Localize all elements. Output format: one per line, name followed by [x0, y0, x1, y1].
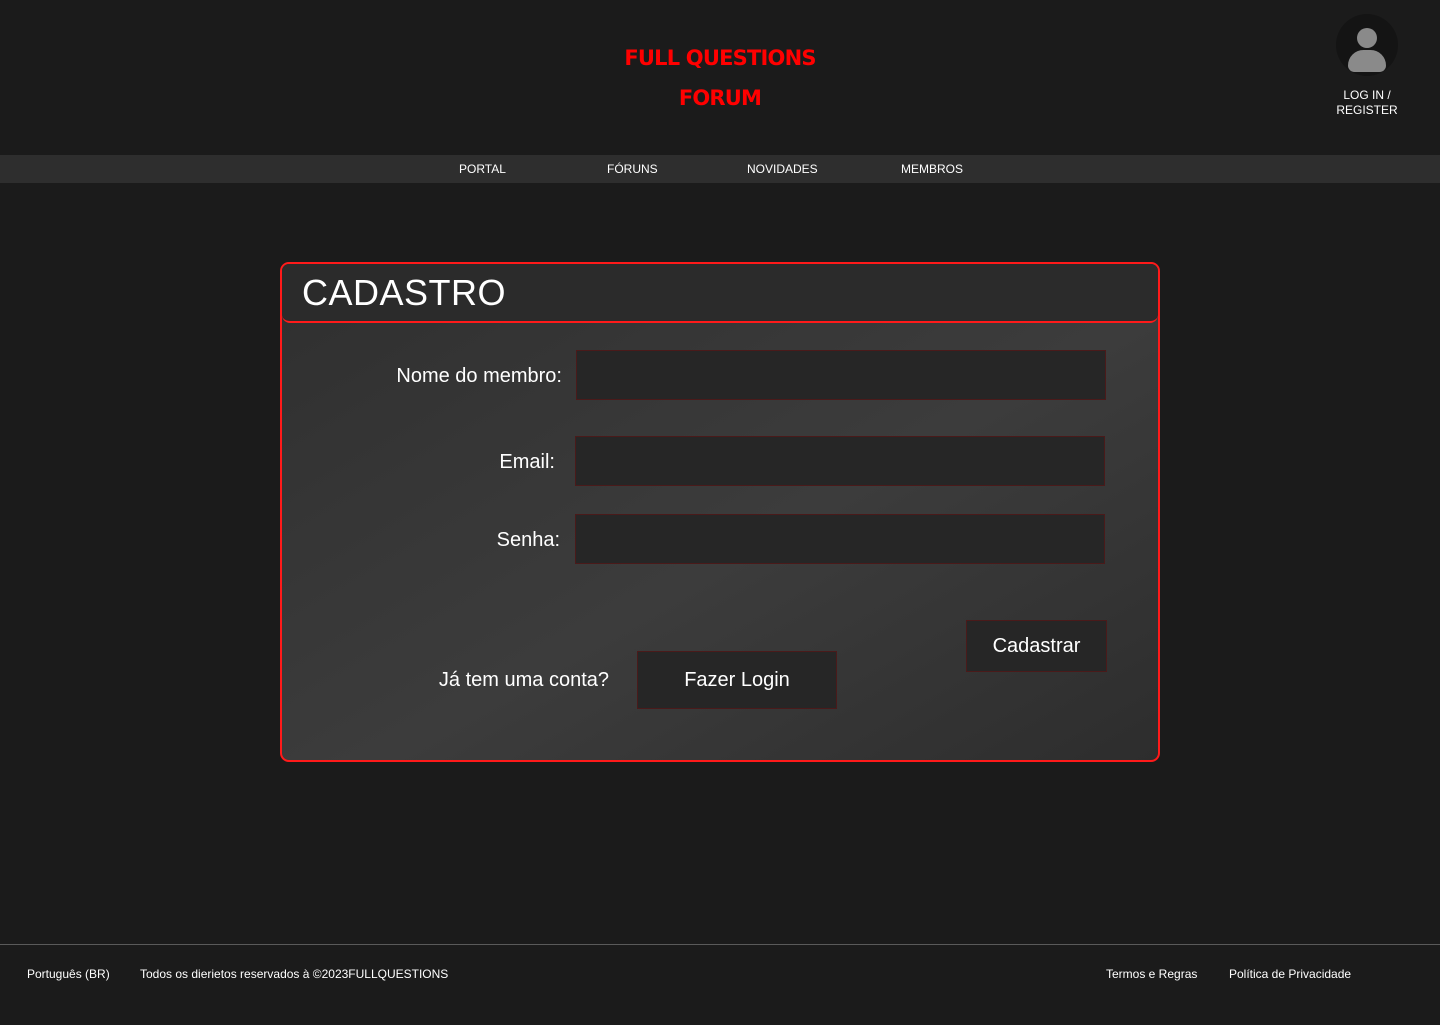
- login-register-link[interactable]: LOG IN / REGISTER: [1326, 14, 1408, 118]
- language-selector[interactable]: Português (BR): [27, 967, 110, 982]
- main-nav: PORTAL FÓRUNS NOVIDADES MEMBROS: [0, 155, 1440, 183]
- privacy-link[interactable]: Política de Privacidade: [1229, 967, 1351, 982]
- avatar-head-shape: [1357, 28, 1377, 48]
- login-button[interactable]: Fazer Login: [637, 651, 837, 709]
- site-footer: Português (BR) Todos os dierietos reserv…: [0, 944, 1440, 1025]
- user-avatar-icon[interactable]: [1336, 14, 1398, 76]
- password-label: Senha:: [496, 529, 560, 551]
- has-account-text: Já tem uma conta?: [438, 669, 609, 691]
- register-card-header: CADASTRO: [282, 264, 1158, 323]
- site-header: FULL QUESTIONS FORUM LOG IN / REGISTER: [0, 0, 1440, 155]
- nav-item-membros[interactable]: MEMBROS: [901, 155, 963, 183]
- login-label-line-2: REGISTER: [1336, 103, 1398, 117]
- member-name-label: Nome do membro:: [396, 365, 562, 387]
- terms-link[interactable]: Termos e Regras: [1106, 967, 1197, 982]
- register-card: CADASTRO Nome do membro: Email: Senha: C…: [280, 262, 1160, 762]
- logo-line-2: FORUM: [678, 86, 762, 110]
- nav-item-portal[interactable]: PORTAL: [459, 155, 506, 183]
- login-register-label[interactable]: LOG IN / REGISTER: [1326, 88, 1408, 118]
- nav-item-foruns[interactable]: FÓRUNS: [607, 155, 658, 183]
- avatar-shoulders-shape: [1348, 50, 1386, 72]
- member-name-input[interactable]: [576, 350, 1106, 400]
- copyright-text: Todos os dierietos reservados à ©2023FUL…: [140, 967, 449, 981]
- email-label: Email:: [499, 451, 555, 473]
- register-title: CADASTRO: [302, 272, 507, 313]
- site-logo[interactable]: FULL QUESTIONS FORUM: [520, 38, 920, 118]
- logo-line-1: FULL QUESTIONS: [624, 46, 816, 70]
- register-button[interactable]: Cadastrar: [966, 620, 1107, 672]
- login-label-line-1: LOG IN /: [1343, 88, 1391, 102]
- email-input[interactable]: [575, 436, 1105, 486]
- password-input[interactable]: [575, 514, 1105, 564]
- nav-item-novidades[interactable]: NOVIDADES: [747, 155, 818, 183]
